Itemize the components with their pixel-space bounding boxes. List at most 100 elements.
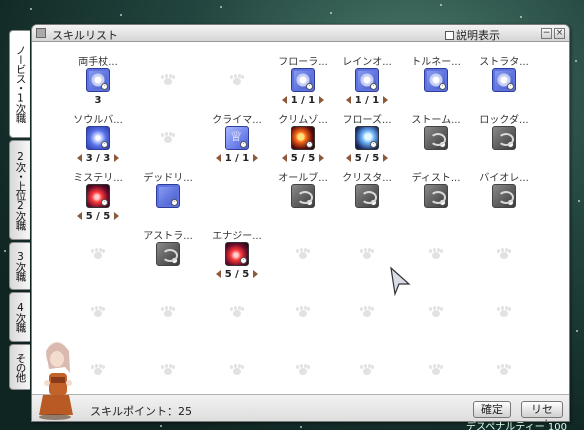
skill-cell[interactable]: アストラ... · bbox=[137, 217, 199, 275]
magnify-icon[interactable]: · bbox=[306, 141, 313, 148]
crown-icon[interactable]: · bbox=[225, 126, 249, 150]
empty-skill-slot bbox=[206, 275, 268, 333]
gray-skill-icon[interactable]: · bbox=[355, 184, 379, 208]
skill-cell[interactable]: ミステリ... · 5 / 5 bbox=[67, 159, 129, 222]
tab-fourth-job[interactable]: 4次職 bbox=[9, 292, 30, 342]
paw-print-icon bbox=[360, 248, 374, 260]
magnify-icon[interactable]: · bbox=[370, 141, 377, 148]
paw-print-icon bbox=[497, 306, 511, 318]
window-titlebar[interactable]: スキルリスト 説明表示 − × bbox=[32, 25, 569, 42]
empty-skill-slot bbox=[473, 217, 535, 275]
blue-tile-icon[interactable]: · bbox=[355, 68, 379, 92]
blue-tile-icon[interactable]: · bbox=[86, 68, 110, 92]
magnify-icon[interactable]: · bbox=[439, 199, 446, 206]
skill-name: デッドリ... bbox=[143, 173, 193, 184]
fire-icon[interactable]: · bbox=[291, 126, 315, 150]
empty-skill-slot bbox=[137, 101, 199, 159]
window-icon bbox=[36, 28, 46, 38]
skill-cell[interactable]: オールブ... · bbox=[272, 159, 334, 217]
description-checkbox[interactable] bbox=[445, 30, 454, 40]
skill-cell[interactable]: ストーム... · bbox=[405, 101, 467, 159]
paw-print-icon bbox=[161, 306, 175, 318]
paw-print-icon bbox=[230, 306, 244, 318]
gray-skill-icon[interactable]: · bbox=[424, 126, 448, 150]
tab-other[interactable]: その他 bbox=[9, 344, 30, 390]
skill-name: クライマ... bbox=[212, 115, 262, 126]
red-skill-icon[interactable]: · bbox=[225, 242, 249, 266]
paw-print-icon bbox=[296, 364, 310, 376]
skill-cell[interactable]: クライマ... · 1 / 1 bbox=[206, 101, 268, 164]
skill-name: ミステリ... bbox=[73, 173, 123, 184]
description-toggle[interactable]: 説明表示 bbox=[445, 27, 500, 43]
skill-cell[interactable]: トルネー... · bbox=[405, 43, 467, 101]
magnify-icon[interactable]: · bbox=[101, 83, 108, 90]
magnify-icon[interactable]: · bbox=[439, 141, 446, 148]
magnify-icon[interactable]: · bbox=[370, 83, 377, 90]
paw-print-icon bbox=[296, 306, 310, 318]
blue-tile-icon[interactable]: · bbox=[424, 68, 448, 92]
magnify-icon[interactable]: · bbox=[171, 257, 178, 264]
tab-novice-first-job[interactable]: ノービス・1次職 bbox=[9, 30, 30, 138]
skill-cell[interactable]: レインオ... · 1 / 1 bbox=[336, 43, 398, 106]
blue-tile-icon[interactable]: · bbox=[492, 68, 516, 92]
empty-skill-slot bbox=[206, 43, 268, 101]
magnify-icon[interactable]: · bbox=[306, 83, 313, 90]
empty-skill-slot bbox=[272, 217, 334, 275]
skill-cell[interactable]: クリムゾ... · 5 / 5 bbox=[272, 101, 334, 164]
magnify-icon[interactable]: · bbox=[507, 199, 514, 206]
empty-skill-slot bbox=[405, 333, 467, 391]
skill-name: ソウルバ... bbox=[73, 115, 123, 126]
magnify-icon[interactable]: · bbox=[240, 141, 247, 148]
confirm-button[interactable]: 確定 bbox=[473, 401, 511, 418]
skill-cell[interactable]: フローラ... · 1 / 1 bbox=[272, 43, 334, 106]
skill-cell[interactable]: ソウルバ... · 3 / 3 bbox=[67, 101, 129, 164]
skill-grid: 両手杖... · 3 フローラ... · 1 / 1 レインオ... · 1 /… bbox=[32, 43, 569, 394]
paw-print-icon bbox=[230, 74, 244, 86]
magnify-icon[interactable]: · bbox=[306, 199, 313, 206]
description-toggle-label: 説明表示 bbox=[456, 29, 500, 42]
magnify-icon[interactable]: · bbox=[439, 83, 446, 90]
empty-skill-slot bbox=[67, 275, 129, 333]
paw-print-icon bbox=[91, 248, 105, 260]
blue-tile-icon[interactable]: · bbox=[291, 68, 315, 92]
skill-cell[interactable]: エナジー... · 5 / 5 bbox=[206, 217, 268, 280]
magnify-icon[interactable]: · bbox=[240, 257, 247, 264]
gray-skill-icon[interactable]: · bbox=[156, 242, 180, 266]
skill-cell[interactable]: フローズ... · 5 / 5 bbox=[336, 101, 398, 164]
gray-skill-icon[interactable]: · bbox=[492, 126, 516, 150]
skill-cell[interactable]: ロックダ... · bbox=[473, 101, 535, 159]
tab-second-job[interactable]: 2次・上位2次職 bbox=[9, 140, 30, 240]
empty-skill-slot bbox=[473, 333, 535, 391]
magnify-icon[interactable]: · bbox=[101, 141, 108, 148]
blue-tile-icon[interactable]: · bbox=[156, 184, 180, 208]
empty-skill-slot bbox=[272, 333, 334, 391]
tab-third-job[interactable]: 3次職 bbox=[9, 242, 30, 290]
skill-points-label: スキルポイント：25 bbox=[90, 405, 192, 418]
skill-cell[interactable]: クリスタ... · bbox=[336, 159, 398, 217]
red-skill-icon[interactable]: · bbox=[86, 184, 110, 208]
gray-skill-icon[interactable]: · bbox=[492, 184, 516, 208]
reset-button[interactable]: リセット bbox=[521, 401, 563, 421]
magnify-icon[interactable]: · bbox=[171, 199, 178, 206]
skill-cell[interactable]: ストラタ... · bbox=[473, 43, 535, 101]
skill-cell[interactable]: 両手杖... · 3 bbox=[67, 43, 129, 106]
skill-name: ロックダ... bbox=[479, 115, 529, 126]
skill-cell[interactable]: バイオレ... · bbox=[473, 159, 535, 217]
minimize-button[interactable]: − bbox=[541, 28, 552, 39]
close-button[interactable]: × bbox=[554, 28, 565, 39]
skill-name: トルネー... bbox=[411, 57, 461, 68]
skill-cell[interactable]: ディスト... · bbox=[405, 159, 467, 217]
gray-skill-icon[interactable]: · bbox=[424, 184, 448, 208]
paw-print-icon bbox=[161, 364, 175, 376]
burst-icon[interactable]: · bbox=[86, 126, 110, 150]
magnify-icon[interactable]: · bbox=[507, 83, 514, 90]
magnify-icon[interactable]: · bbox=[101, 199, 108, 206]
empty-skill-slot bbox=[405, 217, 467, 275]
empty-skill-slot bbox=[137, 43, 199, 101]
skill-name: クリスタ... bbox=[342, 173, 392, 184]
magnify-icon[interactable]: · bbox=[370, 199, 377, 206]
skill-cell[interactable]: デッドリ... · bbox=[137, 159, 199, 217]
gray-skill-icon[interactable]: · bbox=[291, 184, 315, 208]
magnify-icon[interactable]: · bbox=[507, 141, 514, 148]
ice-icon[interactable]: · bbox=[355, 126, 379, 150]
